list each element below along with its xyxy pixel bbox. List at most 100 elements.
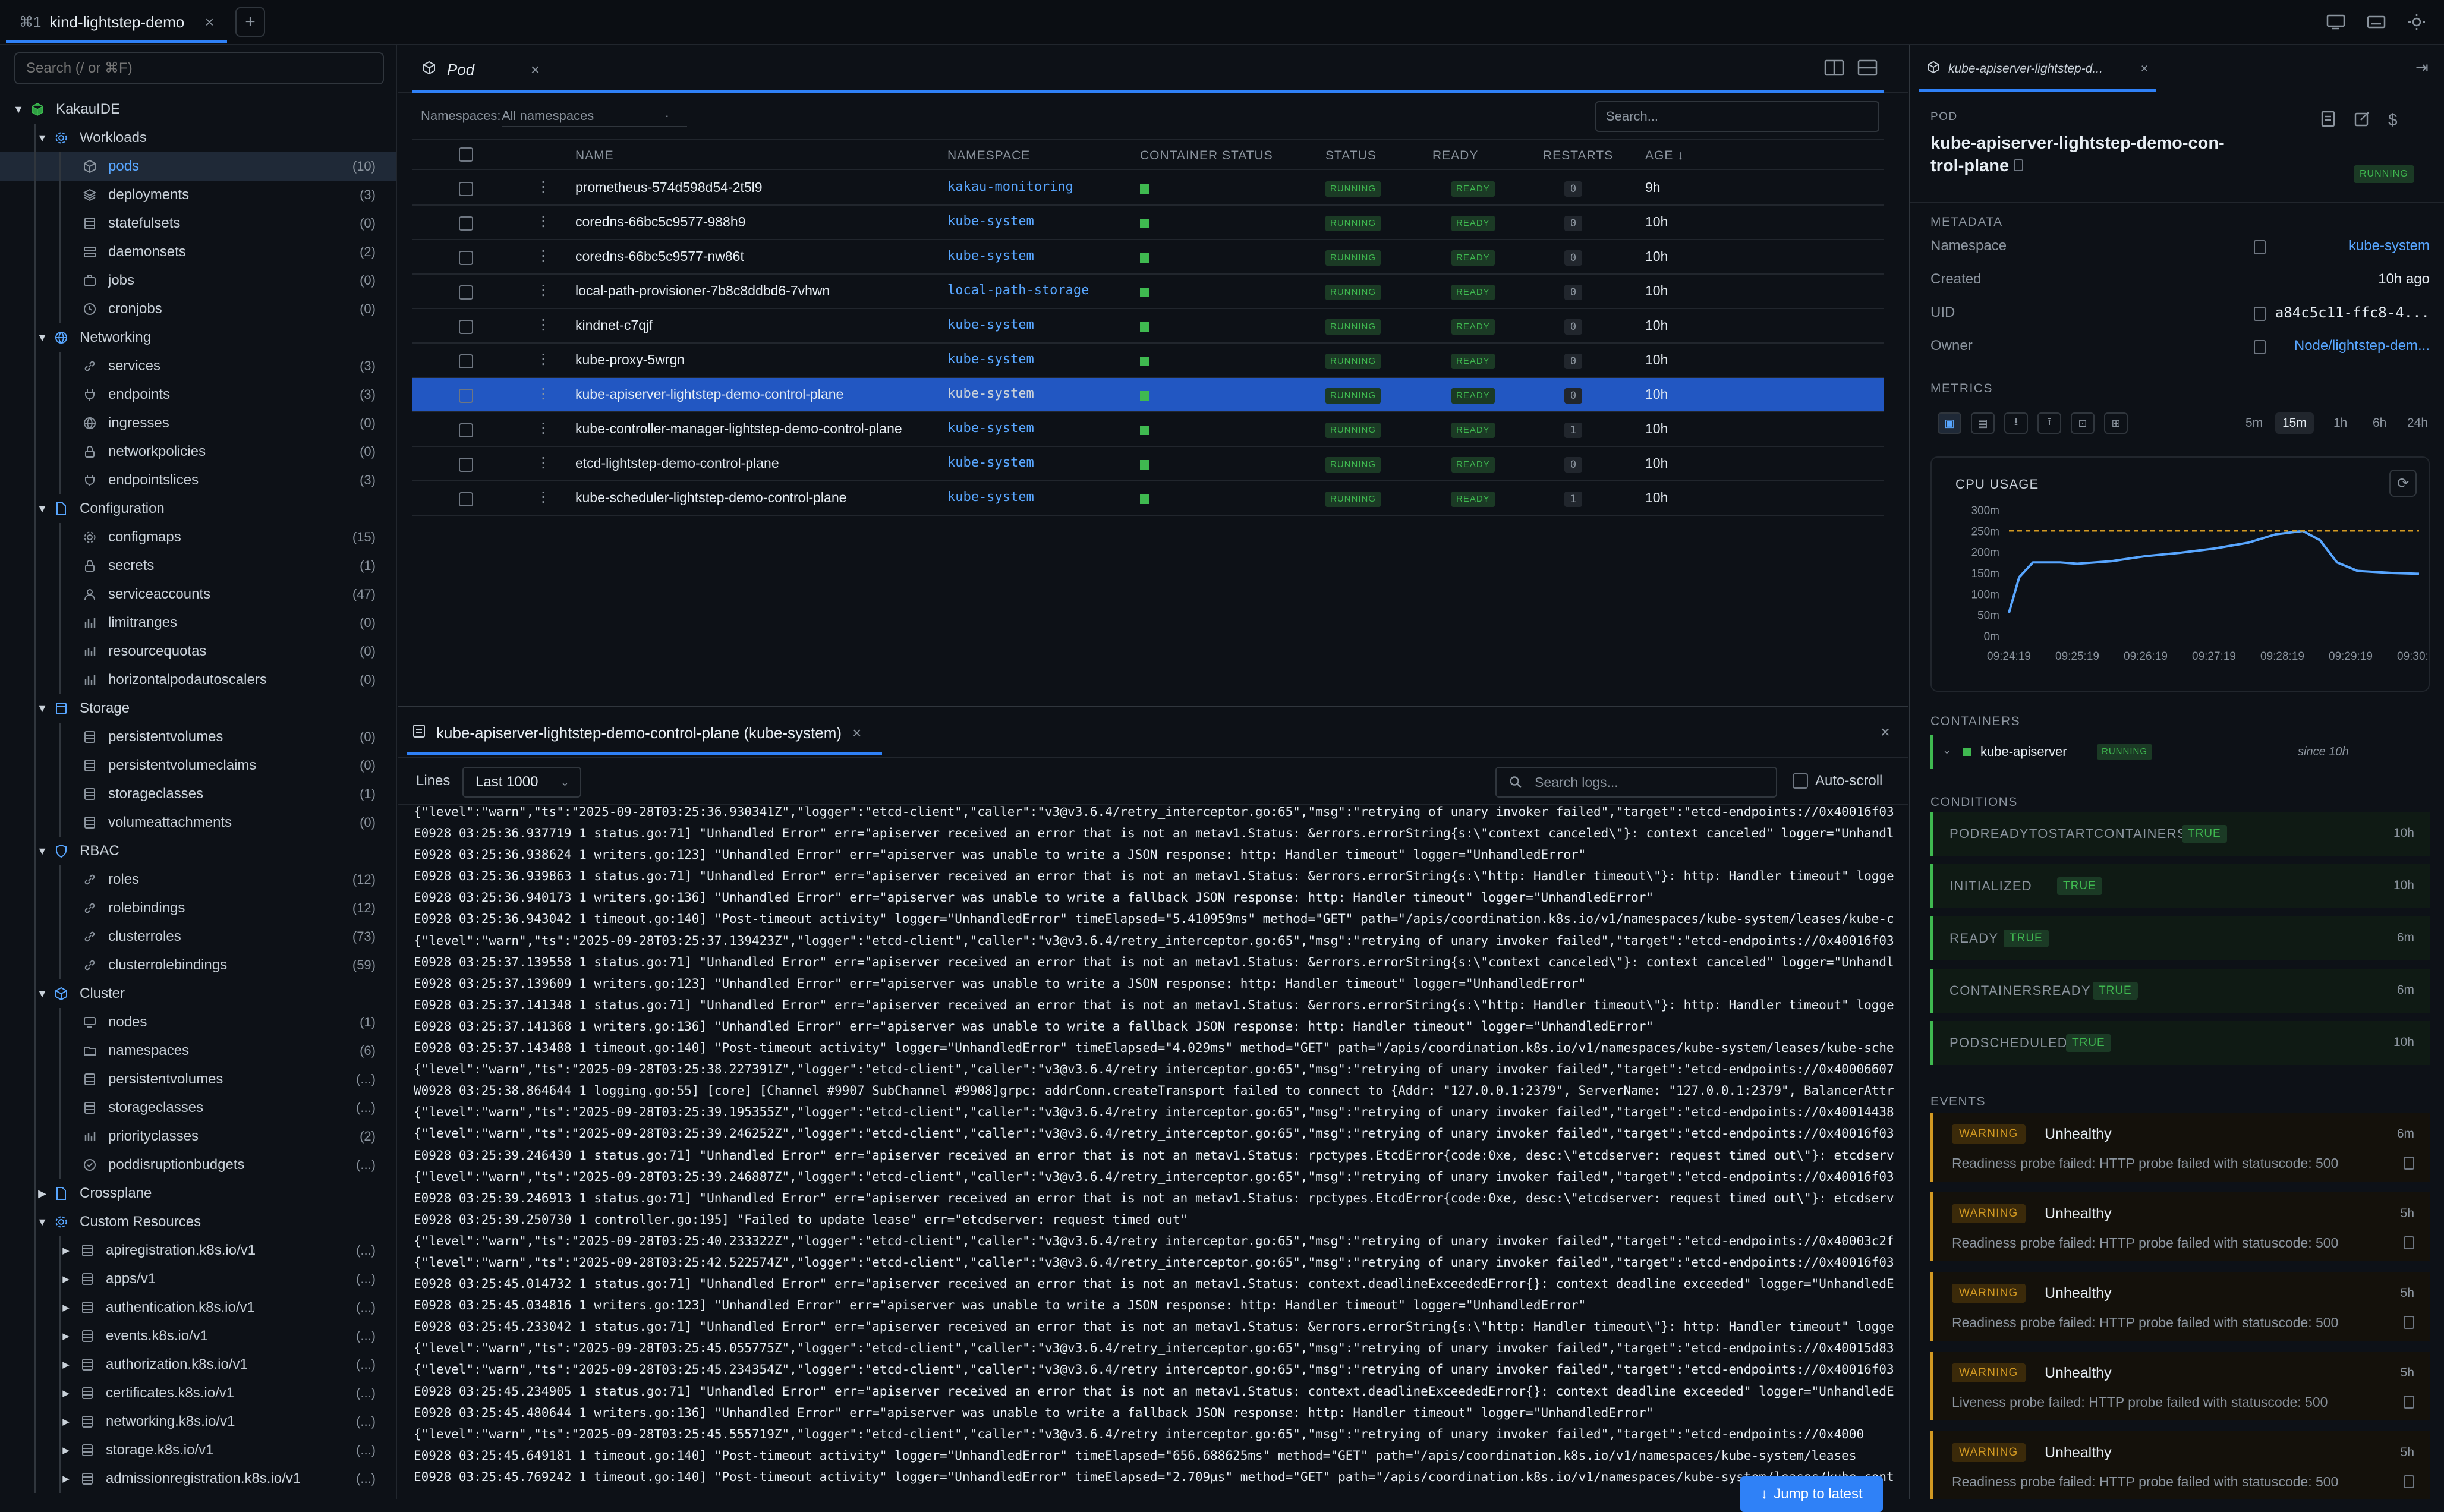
disk-write-icon[interactable]: ⊞ [2104, 412, 2128, 434]
table-row[interactable]: ⋮ coredns-66bc5c9577-988h9 kube-system R… [412, 206, 1884, 240]
column-namespace[interactable]: NAMESPACE [947, 149, 1030, 163]
container-row[interactable]: ⌄ kube-apiserver RUNNING since 10h [1930, 735, 2430, 769]
tree-group-storage[interactable]: ▼ Storage [0, 694, 396, 723]
copy-icon[interactable] [2254, 340, 2266, 354]
disk-read-icon[interactable]: ⊡ [2071, 412, 2095, 434]
autoscroll-toggle[interactable]: Auto-scroll [1793, 773, 1882, 789]
pod-namespace[interactable]: kube-system [947, 352, 1034, 367]
pod-namespace[interactable]: kakau-monitoring [947, 179, 1073, 194]
log-search-input[interactable]: Search logs... [1495, 767, 1777, 798]
tree-group-rbac[interactable]: ▼ RBAC [0, 837, 396, 865]
pod-namespace[interactable]: kube-system [947, 317, 1034, 332]
copy-icon[interactable] [2404, 1396, 2414, 1409]
pod-namespace[interactable]: kube-system [947, 386, 1034, 401]
log-tab[interactable]: kube-apiserver-lightstep-demo-control-pl… [407, 713, 882, 755]
row-menu-icon[interactable]: ⋮ [536, 316, 550, 333]
row-menu-icon[interactable]: ⋮ [536, 247, 550, 264]
metadata-value[interactable]: Node/lightstep-dem... [2294, 338, 2430, 354]
tree-group-workloads[interactable]: ▼ Workloads [0, 124, 396, 152]
close-panel-icon[interactable]: × [1881, 723, 1890, 742]
lines-select[interactable]: Last 1000 ⌄ [462, 767, 581, 798]
sidebar-search-input[interactable] [14, 52, 384, 84]
tree-group-custom-resources[interactable]: ▼ Custom Resources [0, 1208, 396, 1236]
chevron-down-icon[interactable]: ▼ [33, 703, 51, 715]
dollar-icon[interactable]: $ [2388, 111, 2398, 131]
pod-namespace[interactable]: kube-system [947, 421, 1034, 436]
sun-icon[interactable] [2405, 12, 2429, 32]
copy-icon[interactable] [2014, 159, 2024, 171]
table-row[interactable]: ⋮ kube-controller-manager-lightstep-demo… [412, 412, 1884, 447]
memory-icon[interactable]: ▤ [1971, 412, 1995, 434]
table-row[interactable]: ⋮ kube-proxy-5wrgn kube-system RUNNING R… [412, 344, 1884, 378]
split-vertical-icon[interactable] [1823, 58, 1850, 82]
chevron-right-icon[interactable]: ▶ [33, 1187, 51, 1200]
row-menu-icon[interactable]: ⋮ [536, 454, 550, 471]
close-icon[interactable]: × [852, 724, 861, 742]
close-icon[interactable]: × [2141, 62, 2148, 76]
window-tab[interactable]: ⌘1 kind-lightstep-demo × [6, 4, 227, 43]
tree-group-configuration[interactable]: ▼ Configuration [0, 494, 396, 523]
chevron-down-icon[interactable]: ▼ [33, 503, 51, 515]
table-search-input[interactable]: Search... [1595, 101, 1879, 132]
monitor-icon[interactable] [2324, 12, 2348, 32]
range-15m[interactable]: 15m [2275, 412, 2314, 434]
table-row[interactable]: ⋮ kube-apiserver-lightstep-demo-control-… [412, 378, 1884, 412]
column-name[interactable]: NAME [575, 149, 614, 163]
network-out-icon[interactable]: ⭱ [2037, 412, 2061, 434]
split-horizontal-icon[interactable] [1857, 58, 1883, 82]
row-menu-icon[interactable]: ⋮ [536, 351, 550, 368]
pod-namespace[interactable]: local-path-storage [947, 283, 1089, 298]
collapse-panel-icon[interactable]: ⇥ [2415, 58, 2429, 77]
column-status[interactable]: STATUS [1325, 149, 1377, 163]
copy-icon[interactable] [2404, 1157, 2414, 1170]
column-restarts[interactable]: RESTARTS [1543, 149, 1613, 163]
column-age[interactable]: AGE ↓ [1645, 149, 1684, 163]
copy-icon[interactable] [2404, 1475, 2414, 1488]
column-container-status[interactable]: CONTAINER STATUS [1140, 149, 1273, 163]
row-checkbox[interactable] [459, 458, 473, 472]
row-checkbox[interactable] [459, 251, 473, 265]
chevron-down-icon[interactable]: ▼ [33, 332, 51, 344]
row-checkbox[interactable] [459, 423, 473, 437]
chevron-down-icon[interactable]: ▼ [10, 103, 27, 116]
column-ready[interactable]: READY [1432, 149, 1478, 163]
keyboard-icon[interactable] [2364, 12, 2388, 32]
document-icon[interactable] [2320, 111, 2336, 131]
select-all-checkbox[interactable] [459, 147, 473, 162]
copy-icon[interactable] [2404, 1236, 2414, 1249]
pod-namespace[interactable]: kube-system [947, 490, 1034, 505]
cpu-icon[interactable]: ▣ [1938, 412, 1961, 434]
row-menu-icon[interactable]: ⋮ [536, 385, 550, 402]
row-checkbox[interactable] [459, 492, 473, 506]
chevron-down-icon[interactable]: ▼ [33, 988, 51, 1000]
metadata-value[interactable]: kube-system [2349, 238, 2430, 254]
tree-group-networking[interactable]: ▼ Networking [0, 323, 396, 352]
table-row[interactable]: ⋮ etcd-lightstep-demo-control-plane kube… [412, 447, 1884, 481]
row-menu-icon[interactable]: ⋮ [536, 489, 550, 506]
jump-to-latest-button[interactable]: ↓ Jump to latest [1740, 1476, 1883, 1512]
range-1h[interactable]: 1h [2326, 412, 2354, 434]
pod-namespace[interactable]: kube-system [947, 248, 1034, 263]
copy-icon[interactable] [2254, 307, 2266, 321]
row-checkbox[interactable] [459, 354, 473, 368]
copy-icon[interactable] [2404, 1316, 2414, 1329]
row-menu-icon[interactable]: ⋮ [536, 213, 550, 230]
tree-group-crossplane[interactable]: ▶ Crossplane [0, 1179, 396, 1208]
range-24h[interactable]: 24h [2400, 412, 2435, 434]
chevron-down-icon[interactable]: ▼ [33, 132, 51, 144]
pod-namespace[interactable]: kube-system [947, 214, 1034, 229]
row-menu-icon[interactable]: ⋮ [536, 282, 550, 299]
row-checkbox[interactable] [459, 285, 473, 300]
tree-root[interactable]: ▼ KakauIDE [0, 95, 396, 124]
row-menu-icon[interactable]: ⋮ [536, 178, 550, 196]
row-checkbox[interactable] [459, 182, 473, 196]
chevron-down-icon[interactable]: ▼ [33, 845, 51, 858]
tree-group-cluster[interactable]: ▼ Cluster [0, 979, 396, 1008]
pod-namespace[interactable]: kube-system [947, 455, 1034, 470]
row-checkbox[interactable] [459, 320, 473, 334]
chevron-down-icon[interactable]: ⌄ [1942, 744, 1951, 757]
autoscroll-checkbox[interactable] [1793, 773, 1808, 789]
new-tab-button[interactable]: + [235, 7, 265, 37]
row-menu-icon[interactable]: ⋮ [536, 420, 550, 437]
chevron-down-icon[interactable]: ▼ [33, 1216, 51, 1228]
